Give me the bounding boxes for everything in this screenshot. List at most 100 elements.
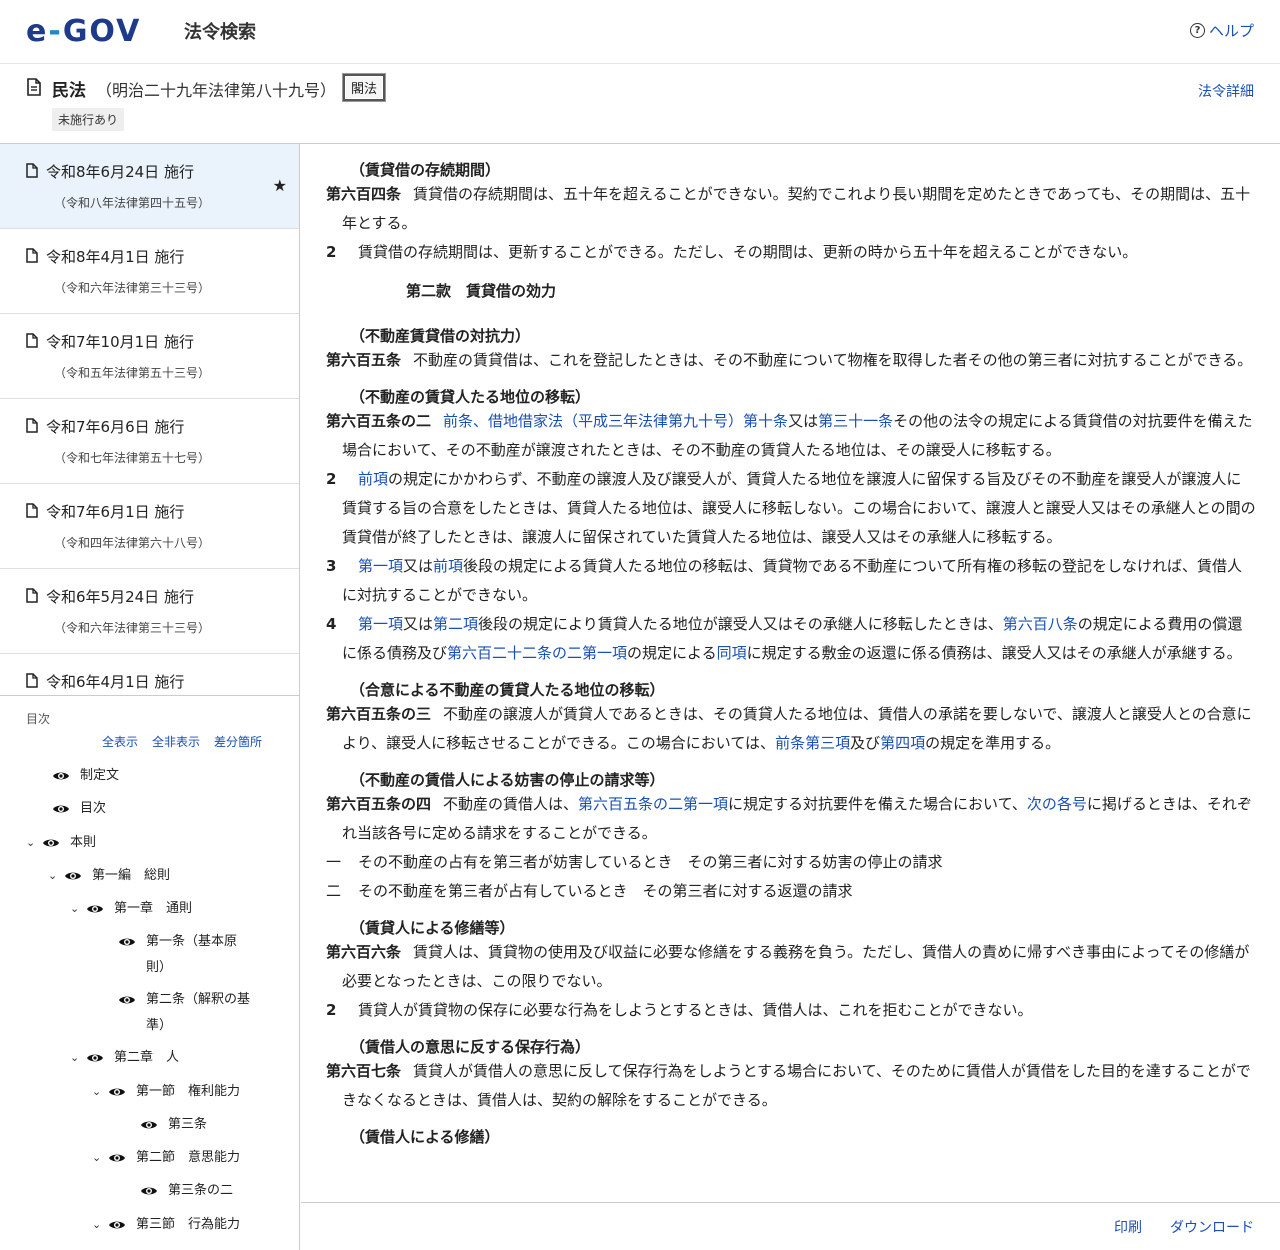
table-of-contents: 目次 全表示 全非表示 差分箇所 制定文 目次 ⌄ 本則 ⌄ 第一編 総則 ⌄ 第一章 通則第… — [0, 696, 299, 1250]
diff-link[interactable]: 差分箇所 — [214, 733, 262, 750]
help-label: ヘルプ — [1208, 22, 1254, 40]
ref-link[interactable]: 第六百五条の二第一項 — [578, 795, 728, 813]
chevron-down-icon[interactable]: ⌄ — [92, 1145, 108, 1171]
toc-item[interactable]: ⌄ 第一節 権利能力 — [92, 1079, 240, 1105]
article-text: 不動産の賃借人は、 — [443, 795, 579, 813]
chevron-down-icon[interactable]: ⌄ — [92, 1212, 108, 1238]
article-text: 賃貸人は、賃貸物の使用及び収益に必要な修繕をする義務を負う。ただし、賃借人の責め… — [342, 943, 1250, 990]
article-604: 第六百四条 賃貸借の存続期間は、五十年を超えることができない。契約でこれより長い期… — [326, 180, 1256, 238]
ref-link[interactable]: 第一項 — [358, 615, 403, 633]
toc-item[interactable]: ⌄ 本則 — [26, 830, 96, 856]
article-caption: （賃借人の意思に反する保存行為） — [350, 1038, 591, 1056]
eye-icon[interactable] — [108, 1086, 126, 1098]
article-caption: （賃貸借の存続期間） — [350, 161, 501, 179]
version-item[interactable]: 令和7年6月1日 施行 （令和四年法律第六十八号） — [0, 484, 299, 569]
egov-logo[interactable]: e-GOV — [26, 14, 141, 49]
article-text: 又は — [788, 412, 819, 430]
version-item[interactable]: 令和7年6月6日 施行 （令和七年法律第五十七号） — [0, 399, 299, 484]
toc-item-label: 第三条の二 — [168, 1183, 234, 1198]
law-title-bar: 民法 （明治二十九年法律第八十九号） 閣法 未施行あり 法令詳細 — [0, 64, 1280, 144]
toc-item[interactable]: 第三条の二 — [140, 1178, 233, 1204]
ref-link[interactable]: 第四項 — [880, 734, 925, 752]
chevron-down-icon[interactable]: ⌄ — [70, 896, 86, 922]
footer-bar: 印刷 ダウンロード — [301, 1202, 1280, 1250]
ref-link[interactable]: 第二項 — [433, 615, 478, 633]
chevron-down-icon[interactable]: ⌄ — [48, 863, 64, 889]
paragraph-number: 2 — [326, 243, 337, 261]
print-link[interactable]: 印刷 — [1114, 1217, 1142, 1237]
ref-link[interactable]: 同項 — [717, 644, 747, 662]
chevron-down-icon[interactable]: ⌄ — [92, 1079, 108, 1105]
version-item[interactable]: 令和8年4月1日 施行 （令和六年法律第三十三号） — [0, 229, 299, 314]
toc-item[interactable]: ⌄ 第三節 行為能力 — [92, 1212, 240, 1238]
ref-link[interactable]: 第六百二十二条の二第一項 — [447, 644, 627, 662]
eye-icon[interactable] — [140, 1119, 158, 1131]
eye-icon[interactable] — [108, 1152, 126, 1164]
ref-link[interactable]: 第三十一条 — [818, 412, 893, 430]
eye-icon[interactable] — [140, 1185, 158, 1197]
star-icon[interactable]: ★ — [273, 176, 287, 195]
ref-link[interactable]: 第一項 — [358, 557, 403, 575]
toc-item[interactable]: 制定文 — [52, 763, 119, 789]
version-item[interactable]: 令和7年10月1日 施行 （令和五年法律第五十三号） — [0, 314, 299, 399]
version-date: 令和7年10月1日 施行 — [46, 333, 194, 351]
item-number: 一 — [326, 853, 342, 871]
eye-icon[interactable] — [108, 1219, 126, 1231]
eye-icon[interactable] — [118, 994, 136, 1006]
item: 一その不動産の占有を第三者が妨害しているとき その第三者に対する妨害の停止の請求 — [326, 848, 1256, 877]
ref-link[interactable]: 前条 — [443, 412, 473, 430]
toc-controls: 全表示 全非表示 差分箇所 — [102, 733, 262, 750]
version-date: 令和6年4月1日 施行 — [46, 673, 185, 691]
article-607: 第六百七条 賃貸人が賃借人の意思に反して保存行為をしようとする場合において、そのた… — [326, 1057, 1256, 1115]
ref-link[interactable]: 前項 — [358, 470, 388, 488]
hide-all-link[interactable]: 全非表示 — [152, 733, 200, 750]
ref-link[interactable]: 第六百八条 — [1003, 615, 1078, 633]
document-icon — [27, 78, 41, 96]
article-number: 第六百四条 — [326, 185, 402, 203]
version-list[interactable]: 令和8年6月24日 施行 （令和八年法律第四十五号） ★ 令和8年4月1日 施行 （令和… — [0, 144, 299, 696]
download-link[interactable]: ダウンロード — [1170, 1217, 1254, 1237]
eye-icon[interactable] — [52, 770, 70, 782]
eye-icon[interactable] — [42, 837, 60, 849]
eye-icon[interactable] — [64, 870, 82, 882]
paragraph-text: 又は — [403, 615, 434, 633]
toc-item[interactable]: 第三条 — [140, 1112, 207, 1138]
document-icon — [26, 588, 38, 603]
paragraph: 2 賃貸人が賃貸物の保存に必要な行為をしようとするときは、賃借人は、これを拒むこと… — [326, 996, 1256, 1025]
law-detail-link[interactable]: 法令詳細 — [1198, 81, 1254, 101]
paragraph-text: 又は — [403, 557, 434, 575]
ref-link[interactable]: 借地借家法（平成三年法律第九十号）第十条 — [488, 412, 788, 430]
toc-item[interactable]: 第二条（解釈の基 準） — [118, 987, 286, 1039]
article-606: 第六百六条 賃貸人は、賃貸物の使用及び収益に必要な修繕をする義務を負う。ただし、賃… — [326, 938, 1256, 996]
eye-icon[interactable] — [86, 1052, 104, 1064]
eye-icon[interactable] — [118, 936, 136, 948]
version-item[interactable]: 令和6年4月1日 施行 — [0, 654, 299, 695]
ref-link[interactable]: 前条第三項 — [775, 734, 850, 752]
paragraph-number: 4 — [326, 615, 337, 633]
ref-link[interactable]: 次の各号 — [1027, 795, 1087, 813]
article-text: 賃貸借の存続期間は、五十年を超えることができない。契約でこれより長い期間を定めた… — [342, 185, 1251, 232]
document-icon — [26, 673, 38, 688]
eye-icon[interactable] — [52, 803, 70, 815]
chevron-down-icon[interactable]: ⌄ — [26, 830, 42, 856]
toc-item[interactable]: ⌄ 第二節 意思能力 — [92, 1145, 240, 1171]
ref-link[interactable]: 前項 — [433, 557, 463, 575]
kaku-button[interactable]: 閣法 — [343, 74, 386, 101]
eye-icon[interactable] — [86, 903, 104, 915]
toc-item[interactable]: 第一条（基本原 則） — [118, 929, 286, 981]
toc-item[interactable]: 目次 — [52, 796, 106, 822]
paragraph-number: 3 — [326, 557, 337, 575]
version-date: 令和6年5月24日 施行 — [46, 588, 194, 606]
toc-item[interactable]: ⌄ 第一章 通則 — [70, 896, 192, 922]
ref-link-sep[interactable]: 、 — [473, 412, 488, 430]
toc-item[interactable]: ⌄ 第二章 人 — [70, 1045, 179, 1071]
law-content: （賃貸借の存続期間） 第六百四条 賃貸借の存続期間は、五十年を超えることができない… — [301, 144, 1280, 1202]
show-all-link[interactable]: 全表示 — [102, 733, 138, 750]
top-header: e-GOV 法令検索 ? ヘルプ — [0, 0, 1280, 64]
help-link[interactable]: ? ヘルプ — [1189, 20, 1254, 41]
version-item[interactable]: 令和6年5月24日 施行 （令和六年法律第三十三号） — [0, 569, 299, 654]
version-item[interactable]: 令和8年6月24日 施行 （令和八年法律第四十五号） ★ — [0, 144, 299, 229]
article-605: 第六百五条 不動産の賃貸借は、これを登記したときは、その不動産について物権を取得し… — [326, 346, 1256, 375]
chevron-down-icon[interactable]: ⌄ — [70, 1045, 86, 1071]
toc-item[interactable]: ⌄ 第一編 総則 — [48, 863, 170, 889]
